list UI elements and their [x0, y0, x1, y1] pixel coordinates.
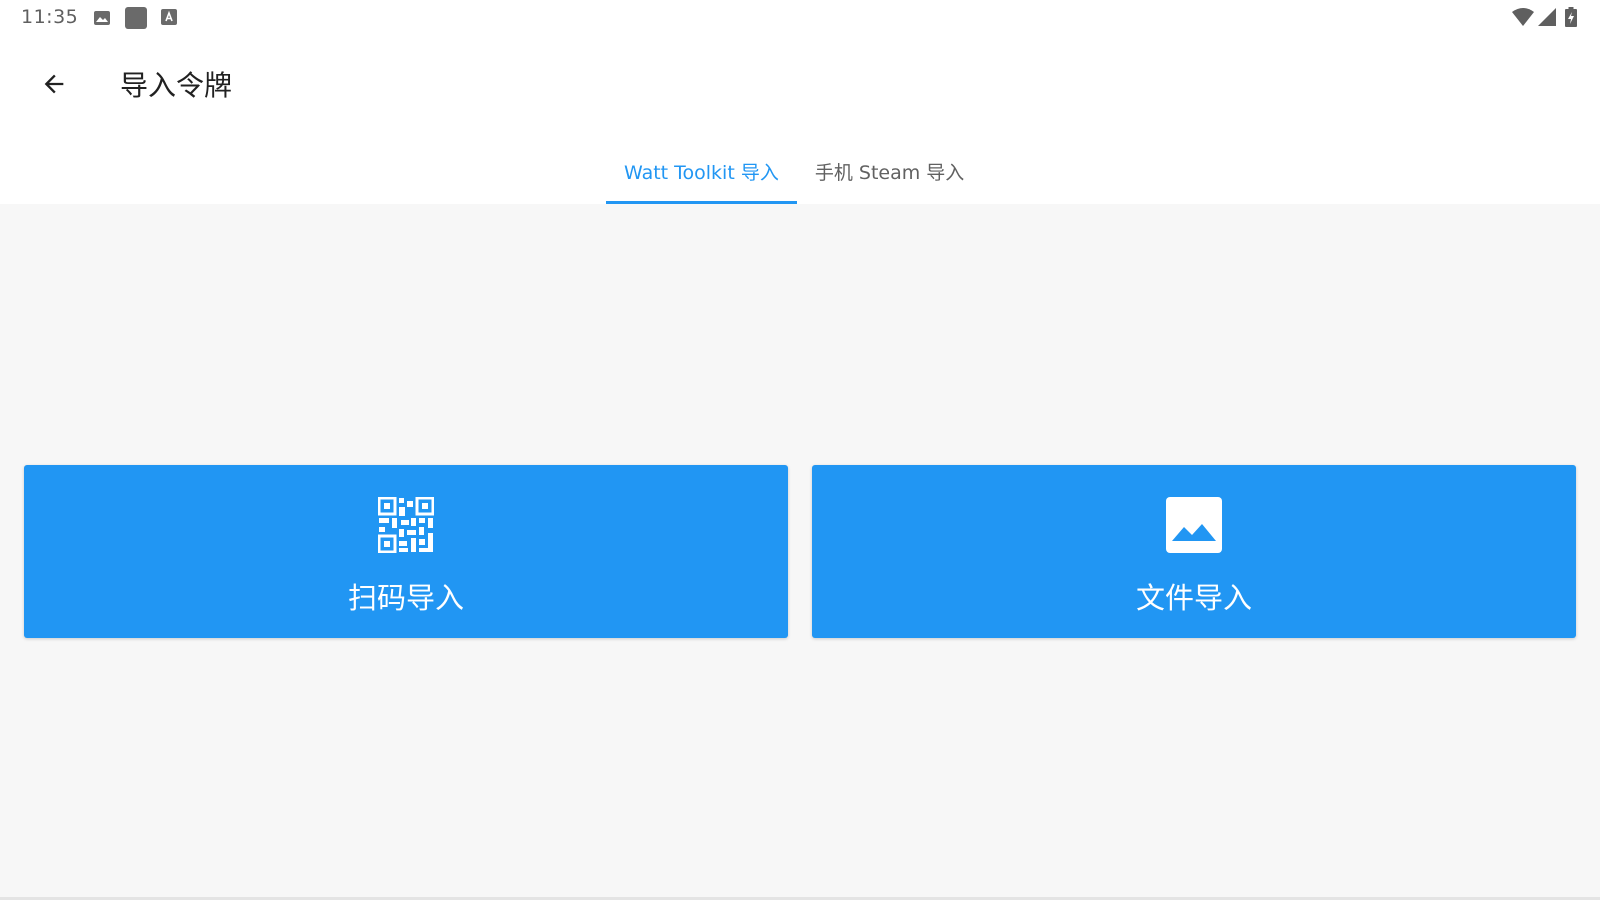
qr-code-icon	[377, 496, 435, 554]
scan-import-label: 扫码导入	[347, 581, 464, 615]
page-title: 导入令牌	[120, 69, 233, 102]
file-import-button[interactable]: 文件导入	[812, 465, 1576, 638]
image-file-icon	[1166, 497, 1222, 553]
tab-label: 手机 Steam 导入	[814, 161, 965, 184]
keyboard-a-icon	[161, 9, 177, 29]
app-square-icon	[125, 7, 147, 33]
battery-charging-icon	[1565, 7, 1577, 31]
tab-mobile-steam-import[interactable]: 手机 Steam 导入	[797, 138, 982, 204]
tab-label: Watt Toolkit 导入	[624, 161, 779, 184]
top-app-bar: 11:35 导入令牌 Watt Toolkit 导入 手机 Steam 导入	[0, 0, 1600, 204]
status-time: 11:35	[21, 6, 79, 28]
scan-import-button[interactable]: 扫码导入	[24, 465, 788, 638]
file-import-label: 文件导入	[1135, 581, 1252, 615]
wifi-icon	[1512, 8, 1534, 30]
status-bar: 11:35	[0, 0, 1600, 36]
tab-active-indicator	[606, 201, 797, 204]
app-window: 11:35 导入令牌 Watt Toolkit 导入 手机 Steam 导入 扫…	[0, 0, 1600, 900]
back-button[interactable]	[30, 62, 78, 110]
image-notification-icon	[93, 9, 111, 31]
tab-watt-toolkit-import[interactable]: Watt Toolkit 导入	[606, 138, 797, 204]
signal-icon	[1538, 8, 1556, 30]
tab-bar: Watt Toolkit 导入 手机 Steam 导入	[606, 138, 982, 204]
arrow-back-icon	[40, 70, 68, 102]
